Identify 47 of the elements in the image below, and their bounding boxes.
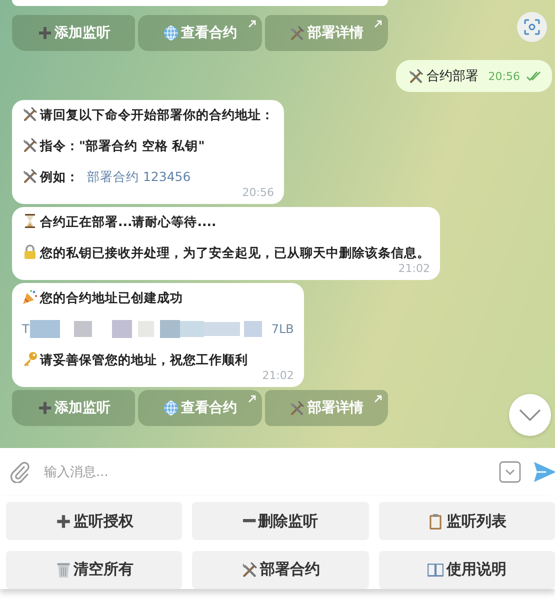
send-icon[interactable] [533, 461, 555, 483]
tools-icon [22, 106, 38, 122]
message-time: 21:02 [398, 262, 430, 275]
key-icon [22, 351, 38, 367]
message-time: 21:02 [262, 369, 294, 382]
globe-icon [162, 25, 179, 41]
keyboard-button[interactable]: 清空所有 [6, 550, 182, 588]
tools-icon [289, 400, 306, 416]
hourglass-icon [22, 213, 38, 229]
globe-icon [162, 400, 179, 416]
message-text: 例如： 部署合约 123456 [22, 168, 274, 186]
keyboard-button[interactable]: 监听授权 [6, 502, 182, 540]
message-text: 指令："部署合约 空格 私钥" [22, 137, 274, 155]
keyboard-button[interactable]: 删除监听 [192, 502, 369, 540]
plus-icon [36, 400, 53, 416]
plus-icon [54, 512, 72, 530]
tools-icon [289, 25, 306, 41]
lock-icon [22, 244, 38, 260]
plus-icon [36, 25, 53, 41]
tools-icon [22, 137, 38, 153]
message-text: 您的合约地址已创建成功 [22, 289, 294, 307]
book-icon [427, 561, 444, 578]
clipboard-icon [427, 512, 444, 530]
minus-icon [243, 519, 256, 523]
tools-icon [240, 561, 258, 578]
scroll-down-button[interactable] [509, 394, 551, 436]
message-text: 请妥善保管您的地址，祝您工作顺利 [22, 351, 294, 369]
attach-icon[interactable] [10, 461, 30, 483]
scan-icon [524, 19, 540, 35]
trash-icon [54, 561, 72, 578]
message-input[interactable]: 输入消息... [42, 464, 487, 480]
tools-icon [22, 168, 38, 184]
address-text: 7LB [271, 322, 294, 336]
chevron-down-icon [519, 409, 541, 421]
keyboard-button[interactable]: 部署合约 [192, 550, 369, 588]
address-text: T [22, 322, 30, 336]
keyboard-toggle-icon[interactable] [499, 461, 521, 483]
keyboard-button[interactable]: 使用说明 [378, 550, 555, 588]
message-text: 您的私钥已接收并处理，为了安全起见，已从聊天中删除该条信息。 [22, 244, 430, 262]
message-text: 请回复以下命令开始部署你的合约地址： [22, 106, 274, 124]
tools-icon [408, 68, 424, 84]
outgoing-message: 合约部署 20:56 [396, 60, 552, 92]
keyboard-button[interactable]: 监听列表 [378, 502, 555, 540]
scan-button[interactable] [517, 12, 547, 42]
message-text: 合约正在部署...请耐心等待.... [22, 213, 430, 231]
message-time: 20:56 [242, 186, 274, 199]
party-icon [22, 289, 38, 305]
